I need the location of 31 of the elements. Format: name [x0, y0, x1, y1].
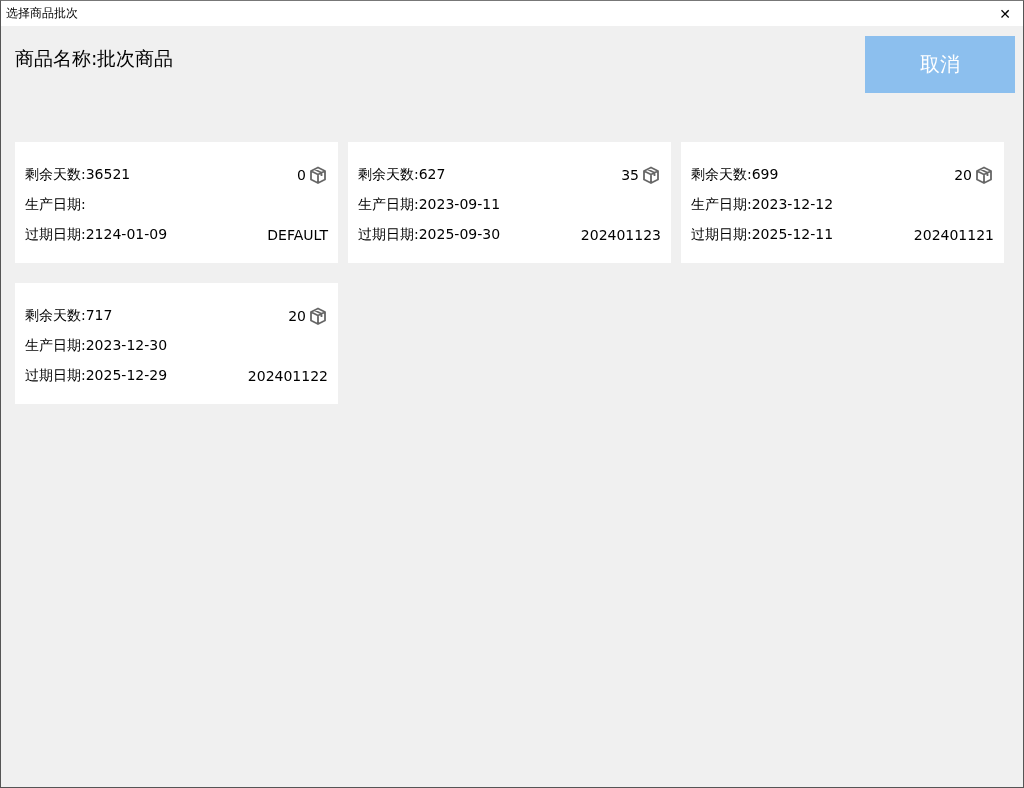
expiry-date: 过期日期:2124-01-09 — [25, 226, 168, 244]
remaining-days: 剩余天数:36521 — [25, 166, 131, 184]
batch-card[interactable]: 剩余天数:717 20 生产日期:2023-12-30 过期日期:2025-12-29 202401122 — [15, 283, 338, 404]
batch-number: 202401121 — [913, 227, 994, 243]
box-icon — [308, 165, 328, 185]
quantity: 35 — [621, 167, 639, 183]
product-name: 商品名称:批次商品 — [15, 46, 174, 71]
box-icon — [974, 165, 994, 185]
quantity: 20 — [954, 167, 972, 183]
expiry-date: 过期日期:2025-12-29 — [25, 367, 168, 385]
expiry-date: 过期日期:2025-09-30 — [358, 226, 501, 244]
quantity: 20 — [288, 308, 306, 324]
box-icon — [641, 165, 661, 185]
quantity: 0 — [297, 167, 306, 183]
batch-number: DEFAULT — [267, 227, 328, 243]
batch-card[interactable]: 剩余天数:627 35 生产日期:2023-09-11 过期日期:2025-09-30 202401123 — [348, 142, 671, 263]
remaining-days: 剩余天数:627 — [358, 166, 446, 184]
remaining-days: 剩余天数:699 — [691, 166, 779, 184]
batch-card[interactable]: 剩余天数:699 20 生产日期:2023-12-12 过期日期:2025-12-11 202401121 — [681, 142, 1004, 263]
close-button[interactable]: ✕ — [987, 1, 1023, 26]
production-date: 生产日期:2023-09-11 — [358, 196, 501, 214]
box-icon — [308, 306, 328, 326]
production-date: 生产日期:2023-12-12 — [691, 196, 834, 214]
expiry-date: 过期日期:2025-12-11 — [691, 226, 834, 244]
batch-number: 202401123 — [580, 227, 661, 243]
batch-number: 202401122 — [247, 368, 328, 384]
batch-card[interactable]: 剩余天数:36521 0 生产日期: 过期日期:2124-01-09 DEFAULT — [15, 142, 338, 263]
remaining-days: 剩余天数:717 — [25, 307, 113, 325]
production-date: 生产日期:2023-12-30 — [25, 337, 168, 355]
window-title: 选择商品批次 — [6, 5, 78, 22]
production-date: 生产日期: — [25, 196, 86, 214]
